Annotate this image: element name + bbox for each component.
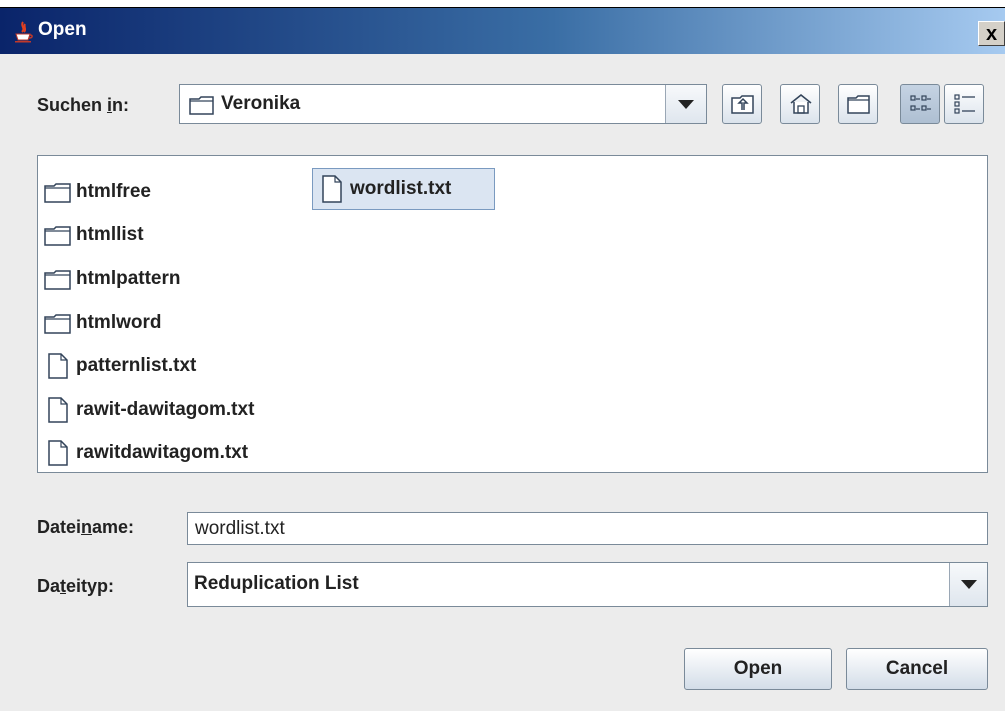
details-view-icon [954, 94, 975, 114]
new-folder-icon [847, 95, 870, 114]
file-name: htmlfree [76, 181, 151, 202]
open-dialog: Open x Suchen in: Veronika htmlfree html… [0, 8, 1005, 711]
window-title: Open [38, 19, 87, 40]
folder-icon [44, 314, 71, 334]
file-name: htmlpattern [76, 268, 181, 289]
list-view-icon [910, 95, 931, 111]
list-item-folder[interactable]: htmlfree [44, 176, 151, 208]
up-folder-icon [731, 95, 754, 114]
folder-icon [44, 270, 71, 290]
file-icon [48, 353, 68, 379]
look-in-label: Suchen in: [37, 95, 130, 115]
title-bar[interactable]: Open x [0, 8, 1005, 54]
look-in-value: Veronika [221, 93, 301, 114]
file-type-label: Dateityp: [37, 576, 115, 596]
file-name-field[interactable]: wordlist.txt [187, 512, 988, 545]
list-item-folder[interactable]: htmlpattern [44, 263, 181, 295]
open-button[interactable]: Open [684, 648, 832, 690]
file-name: htmllist [76, 224, 144, 245]
list-item-file-selected[interactable]: wordlist.txt [312, 168, 495, 210]
file-name: wordlist.txt [350, 178, 452, 199]
folder-icon [44, 226, 71, 246]
home-icon [790, 93, 812, 114]
file-type-value: Reduplication List [194, 573, 359, 594]
chevron-down-icon [961, 580, 977, 589]
file-name: rawit-dawitagom.txt [76, 399, 255, 420]
file-name-label: Dateiname: [37, 517, 135, 537]
details-view-button[interactable] [944, 84, 984, 124]
list-item-folder[interactable]: htmllist [44, 219, 144, 251]
list-view-button[interactable] [900, 84, 940, 124]
file-type-dropdown-button[interactable] [949, 563, 987, 606]
file-list[interactable]: htmlfree htmllist htmlpattern htmlword p… [37, 155, 988, 473]
file-name: patternlist.txt [76, 355, 197, 376]
list-item-file[interactable]: patternlist.txt [44, 350, 196, 382]
look-in-dropdown-button[interactable] [665, 85, 706, 123]
folder-icon [189, 96, 214, 115]
chevron-down-icon [678, 100, 694, 109]
close-button[interactable]: x [978, 21, 1005, 46]
list-item-folder[interactable]: htmlword [44, 307, 162, 339]
home-button[interactable] [780, 84, 820, 124]
java-icon [15, 21, 33, 43]
file-icon [48, 440, 68, 466]
list-item-file[interactable]: rawitdawitagom.txt [44, 437, 248, 469]
file-type-combo[interactable]: Reduplication List [187, 562, 988, 607]
up-folder-button[interactable] [722, 84, 762, 124]
folder-icon [44, 183, 71, 203]
new-folder-button[interactable] [838, 84, 878, 124]
file-name: htmlword [76, 312, 162, 333]
file-icon [322, 175, 342, 203]
file-icon [48, 397, 68, 423]
cancel-button[interactable]: Cancel [846, 648, 988, 690]
list-item-file[interactable]: rawit-dawitagom.txt [44, 394, 254, 426]
file-name: rawitdawitagom.txt [76, 442, 249, 463]
look-in-combo[interactable]: Veronika [179, 84, 707, 124]
